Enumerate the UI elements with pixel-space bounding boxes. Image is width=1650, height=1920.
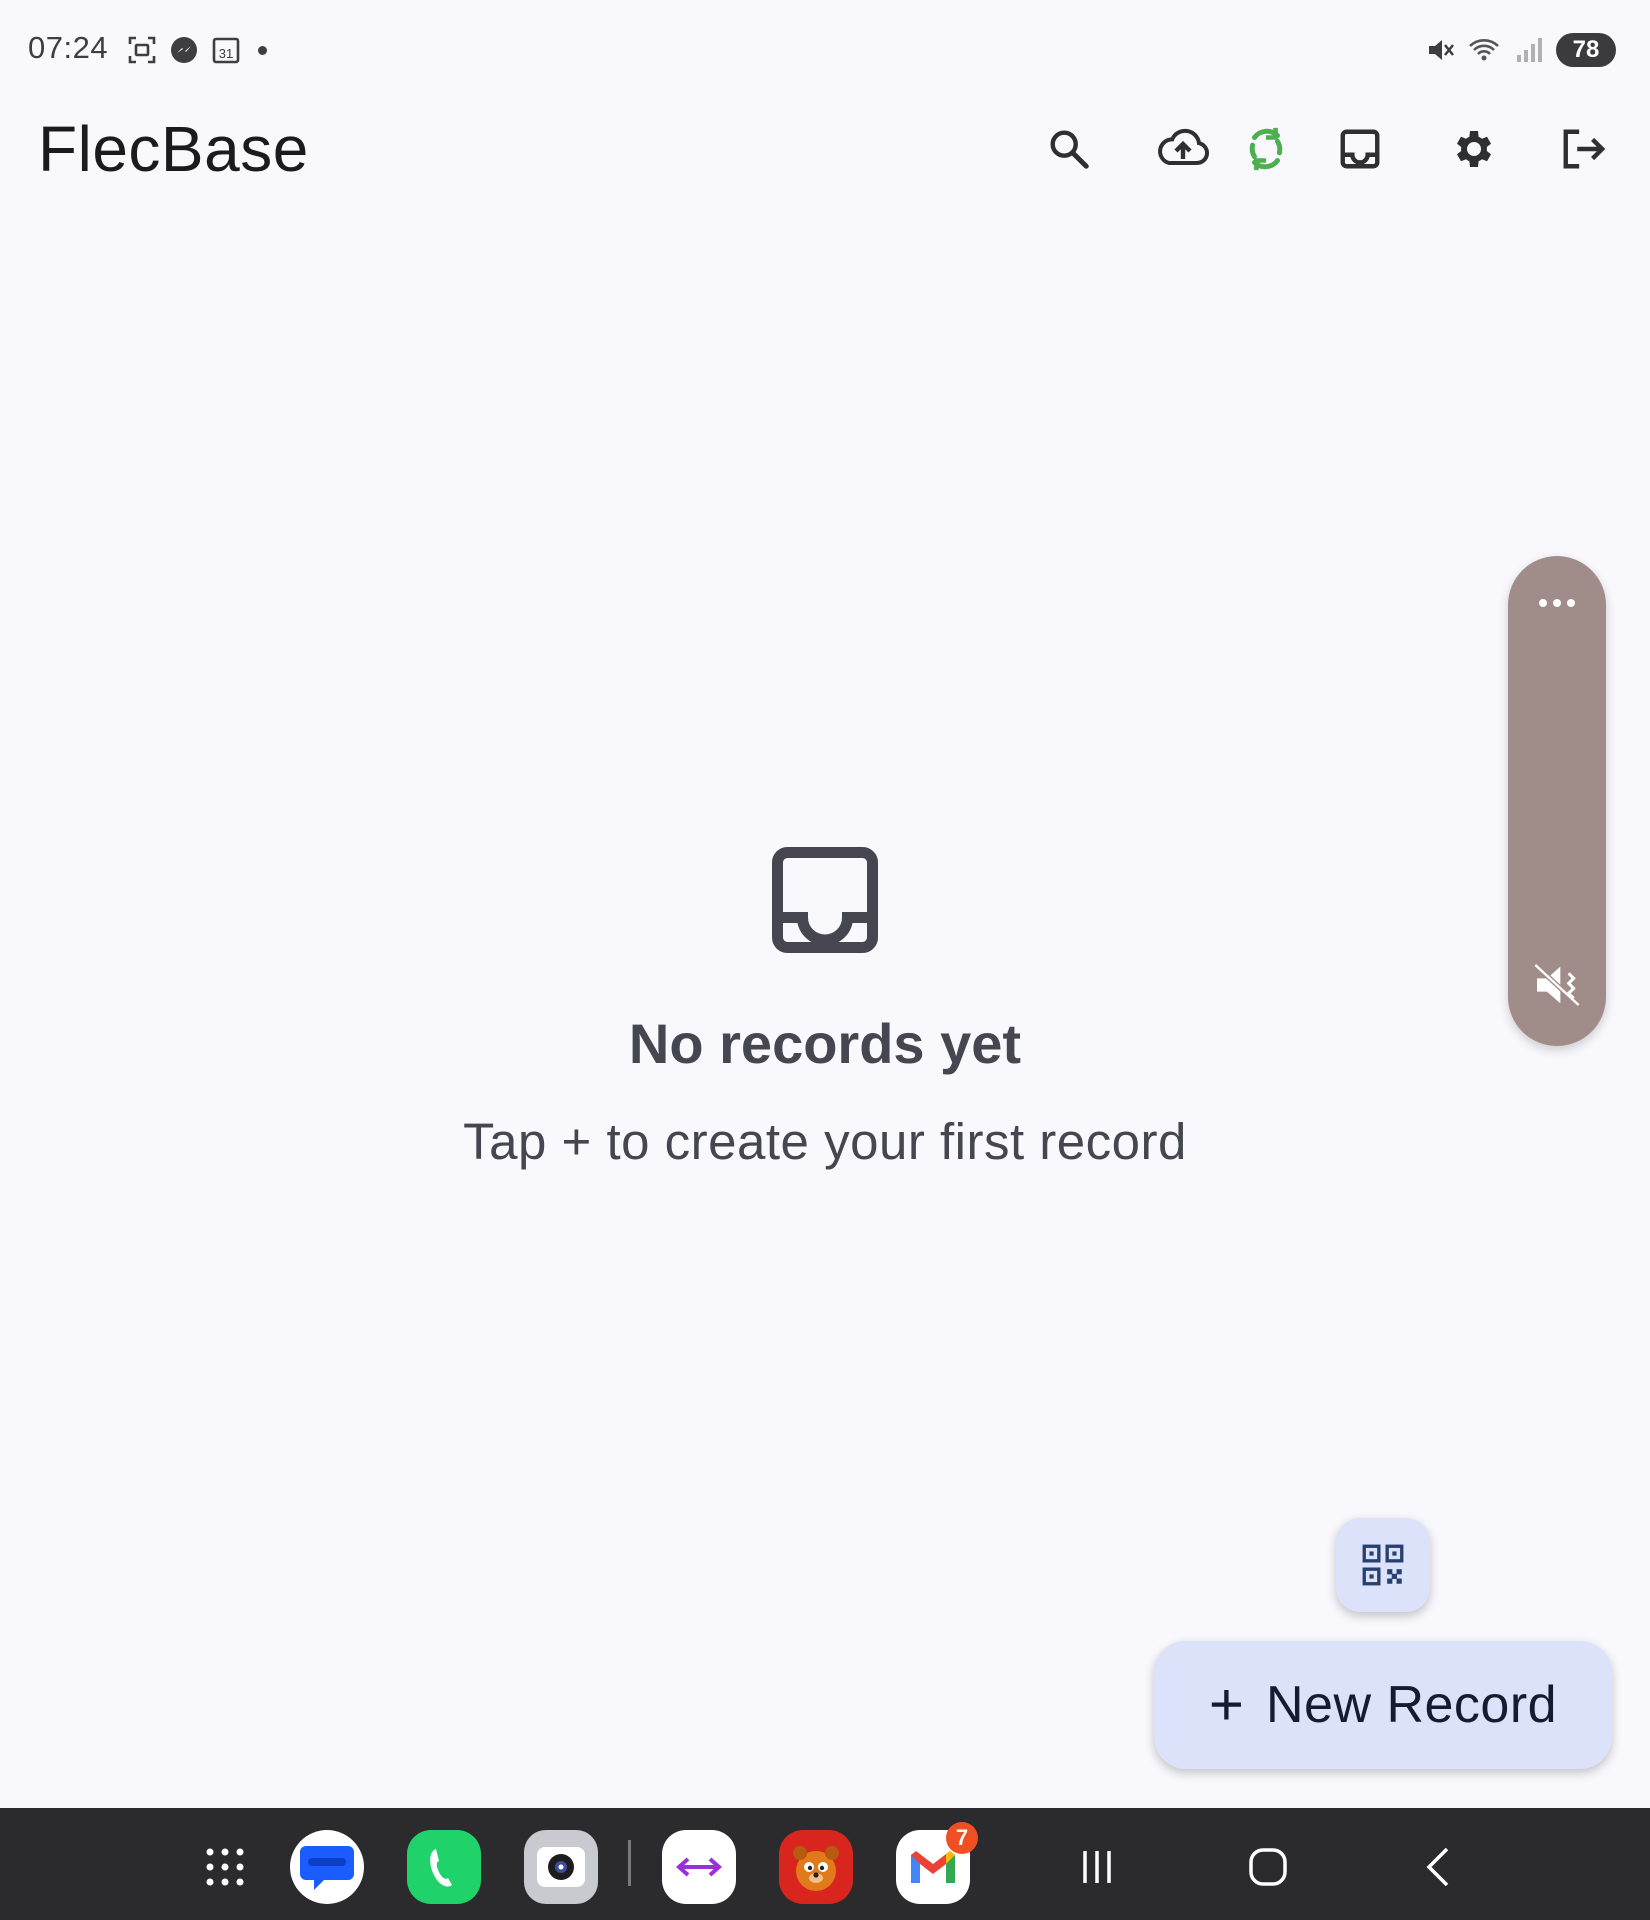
settings-button[interactable] — [1439, 116, 1505, 182]
settings-icon — [1457, 131, 1491, 167]
logout-button[interactable] — [1550, 116, 1616, 182]
scan-qr-button[interactable] — [1336, 1518, 1430, 1612]
apps-grid-icon — [206, 1848, 244, 1886]
more-button[interactable] — [1508, 578, 1606, 628]
link-app[interactable] — [662, 1830, 736, 1904]
home-icon — [1249, 1848, 1287, 1886]
floating-side-panel[interactable] — [1508, 556, 1606, 1046]
logout-icon — [1563, 129, 1606, 169]
gmail-app-icon: 7 — [896, 1822, 978, 1904]
svg-text:31: 31 — [219, 46, 233, 61]
apps-grid-button[interactable] — [188, 1830, 262, 1904]
recent-apps-button[interactable] — [1060, 1830, 1134, 1904]
app-title: FlecBase — [38, 113, 309, 185]
mute-button[interactable] — [1508, 950, 1606, 1020]
search-button[interactable] — [1036, 116, 1102, 182]
notification-dot — [258, 45, 267, 55]
qr-code-icon — [1362, 1544, 1404, 1586]
messenger-icon — [168, 34, 200, 66]
calendar-icon: 31 — [210, 34, 242, 66]
mute-icon — [1533, 963, 1581, 1007]
phone-app[interactable] — [407, 1830, 481, 1904]
gmail-app[interactable]: 7 — [896, 1822, 978, 1904]
cloud-upload-button[interactable] — [1150, 116, 1216, 182]
search-icon — [1050, 130, 1089, 169]
cloud-upload-icon — [1158, 128, 1209, 165]
inbox-icon — [765, 840, 885, 960]
new-record-button[interactable]: + New Record — [1154, 1641, 1612, 1769]
messages-app[interactable] — [290, 1830, 364, 1904]
back-icon — [1426, 1847, 1449, 1887]
battery-indicator: 78 — [1556, 33, 1616, 67]
inbox-icon — [1340, 129, 1380, 169]
game-app[interactable] — [779, 1830, 853, 1904]
mute-icon — [1424, 34, 1456, 66]
status-bar: 07:24 31 78 — [0, 0, 1650, 100]
wifi-icon — [1468, 34, 1500, 66]
taskbar: 7 — [0, 1808, 1650, 1920]
home-button[interactable] — [1231, 1830, 1305, 1904]
empty-state-title: No records yet — [628, 1012, 1022, 1075]
more-icon — [1539, 599, 1575, 607]
empty-state-subtitle: Tap + to create your first record — [463, 1113, 1187, 1170]
game-app-icon — [779, 1830, 853, 1904]
recent-apps-icon — [1083, 1851, 1111, 1883]
plus-icon: + — [1208, 1671, 1244, 1738]
camera-app-icon — [524, 1830, 598, 1904]
status-time: 07:24 — [28, 30, 109, 65]
app-bar: FlecBase — [0, 100, 1650, 200]
new-record-label: New Record — [1265, 1676, 1558, 1734]
signal-icon — [1512, 34, 1544, 66]
status-left-icons: 31 — [126, 30, 267, 70]
gmail-badge: 7 — [946, 1822, 978, 1854]
empty-state: No records yet Tap + to create your firs… — [0, 840, 1650, 1171]
screen-capture-icon — [126, 34, 158, 66]
back-button[interactable] — [1402, 1830, 1476, 1904]
sync-button[interactable] — [1233, 116, 1299, 182]
messages-app-icon — [290, 1830, 364, 1904]
taskbar-divider — [628, 1840, 631, 1886]
inbox-button[interactable] — [1327, 116, 1393, 182]
camera-app[interactable] — [524, 1830, 598, 1904]
status-right-icons: 78 — [1424, 28, 1616, 72]
link-app-icon — [662, 1830, 736, 1904]
phone-app-icon — [407, 1830, 481, 1904]
sync-icon — [1249, 127, 1283, 171]
